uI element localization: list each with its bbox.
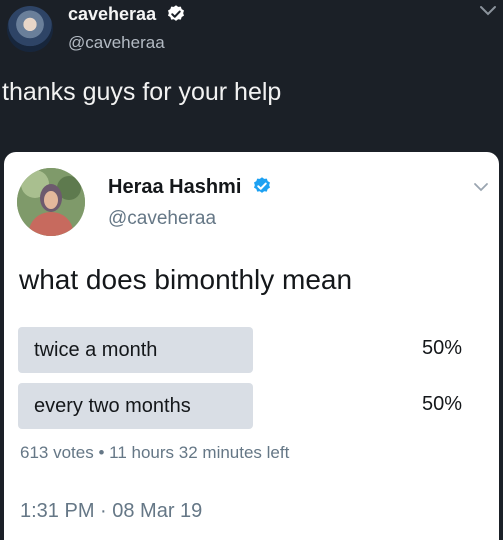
outer-tweet-text: thanks guys for your help: [2, 78, 282, 106]
poll-option-percent: 50%: [421, 337, 462, 359]
outer-tweet-header: caveheraa @caveheraa: [0, 0, 503, 70]
outer-handle[interactable]: @caveheraa: [68, 33, 165, 53]
verified-badge-icon: [253, 177, 270, 194]
separator-dot: •: [98, 443, 105, 462]
chevron-down-icon[interactable]: [472, 180, 490, 194]
quoted-tweet-card[interactable]: Heraa Hashmi @caveheraa what does bimont…: [4, 152, 499, 540]
poll-option-label: twice a month: [34, 339, 158, 361]
quoted-handle[interactable]: @caveheraa: [108, 208, 216, 230]
tweet-timestamp[interactable]: 1:31 PM · 08 Mar 19: [20, 500, 202, 523]
poll-option-row: twice a month 50%: [18, 327, 488, 373]
outer-display-name-row[interactable]: caveheraa: [68, 4, 186, 25]
poll-vote-count[interactable]: 613 votes: [20, 443, 94, 462]
quoted-avatar[interactable]: [17, 168, 85, 236]
verified-badge-icon: [168, 5, 185, 21]
chevron-down-icon[interactable]: [478, 3, 498, 19]
poll-option-label: every two months: [34, 395, 191, 417]
outer-display-name[interactable]: caveheraa: [68, 4, 156, 24]
quoted-display-name-row[interactable]: Heraa Hashmi: [108, 176, 272, 199]
quoted-display-name[interactable]: Heraa Hashmi: [108, 176, 241, 198]
poll-time-left: 11 hours 32 minutes left: [109, 443, 290, 462]
poll-option-row: every two months 50%: [18, 383, 488, 429]
poll-question: what does bimonthly mean: [19, 264, 353, 295]
poll-option-percent: 50%: [421, 393, 462, 415]
poll-meta: 613 votes • 11 hours 32 minutes left: [20, 443, 289, 463]
outer-avatar[interactable]: [7, 6, 53, 52]
